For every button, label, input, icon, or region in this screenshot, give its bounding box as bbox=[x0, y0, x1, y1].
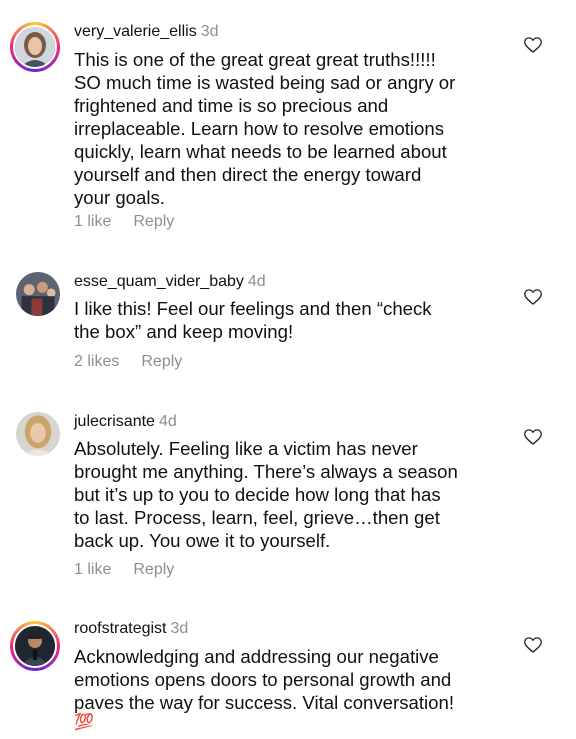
comment-line: SO much time is wasted being sad or angr… bbox=[74, 72, 456, 93]
avatar-photo bbox=[15, 626, 55, 666]
avatar[interactable] bbox=[10, 22, 60, 72]
heart-outline-icon[interactable] bbox=[524, 289, 542, 305]
comment-line: back up. You owe it to yourself. bbox=[74, 530, 331, 551]
comment-line: Absolutely. Feeling like a victim has ne… bbox=[74, 438, 418, 459]
comment-header: esse_quam_vider_baby 4d bbox=[74, 272, 266, 292]
comment-line: the box” and keep moving! bbox=[74, 321, 294, 342]
comment-line: irreplaceable. Learn how to resolve emot… bbox=[74, 118, 445, 139]
comment-line: but it’s up to you to decide how long th… bbox=[74, 484, 441, 505]
comment-line: frightened and time is so precious and bbox=[74, 95, 389, 116]
comment-line: quickly, learn what needs to be learned … bbox=[74, 141, 447, 162]
heart-outline-icon[interactable] bbox=[524, 429, 542, 445]
comment-text: I like this! Feel our feelings and then … bbox=[74, 297, 514, 343]
comment-text: Absolutely. Feeling like a victim has ne… bbox=[74, 437, 514, 552]
comment-line: Acknowledging and addressing our negativ… bbox=[74, 646, 439, 667]
avatar[interactable] bbox=[16, 412, 60, 456]
heart-outline-icon[interactable] bbox=[524, 37, 542, 53]
reply-button[interactable]: Reply bbox=[141, 353, 182, 370]
comment-time: 4d bbox=[158, 413, 177, 430]
comment-username[interactable]: roofstrategist bbox=[74, 620, 166, 637]
comment-line: paves the way for success. Vital convers… bbox=[74, 692, 454, 713]
like-count[interactable]: 2 likes bbox=[74, 353, 119, 370]
comment-username[interactable]: very_valerie_ellis bbox=[74, 23, 197, 40]
comment-time: 3d bbox=[170, 620, 189, 637]
comment-meta: 2 likes Reply bbox=[74, 352, 182, 372]
avatar-photo bbox=[16, 272, 60, 316]
like-count[interactable]: 1 like bbox=[74, 213, 111, 230]
comment-header: very_valerie_ellis 3d bbox=[74, 22, 219, 42]
reply-button[interactable]: Reply bbox=[133, 213, 174, 230]
avatar-photo bbox=[16, 412, 60, 456]
comment-header: roofstrategist 3d bbox=[74, 619, 188, 639]
reply-button[interactable]: Reply bbox=[133, 561, 174, 578]
comment-line: your goals. bbox=[74, 187, 165, 208]
comment-time: 4d bbox=[247, 273, 266, 290]
like-count[interactable]: 1 like bbox=[74, 561, 111, 578]
comment-line: yourself and then direct the energy towa… bbox=[74, 164, 422, 185]
comment-username[interactable]: esse_quam_vider_baby bbox=[74, 273, 244, 290]
avatar[interactable] bbox=[10, 621, 60, 671]
comment-line: to last. Process, learn, feel, grieve…th… bbox=[74, 507, 440, 528]
heart-outline-icon[interactable] bbox=[524, 637, 542, 653]
comment-line: brought me anything. There’s always a se… bbox=[74, 461, 458, 482]
hundred-points-emoji: 💯 bbox=[74, 714, 94, 731]
comment-line: This is one of the great great great tru… bbox=[74, 49, 436, 70]
comment-meta: 1 like Reply bbox=[74, 212, 174, 232]
comment-meta: 1 like Reply bbox=[74, 560, 174, 580]
comment-username[interactable]: julecrisante bbox=[74, 413, 155, 430]
comment-text: This is one of the great great great tru… bbox=[74, 48, 514, 209]
comment-line: emotions opens doors to personal growth … bbox=[74, 669, 452, 690]
avatar-photo bbox=[15, 27, 55, 67]
avatar[interactable] bbox=[16, 272, 60, 316]
comment-time: 3d bbox=[200, 23, 219, 40]
comment-text: Acknowledging and addressing our negativ… bbox=[74, 645, 514, 732]
comment-line: I like this! Feel our feelings and then … bbox=[74, 298, 432, 319]
comment-header: julecrisante 4d bbox=[74, 412, 177, 432]
